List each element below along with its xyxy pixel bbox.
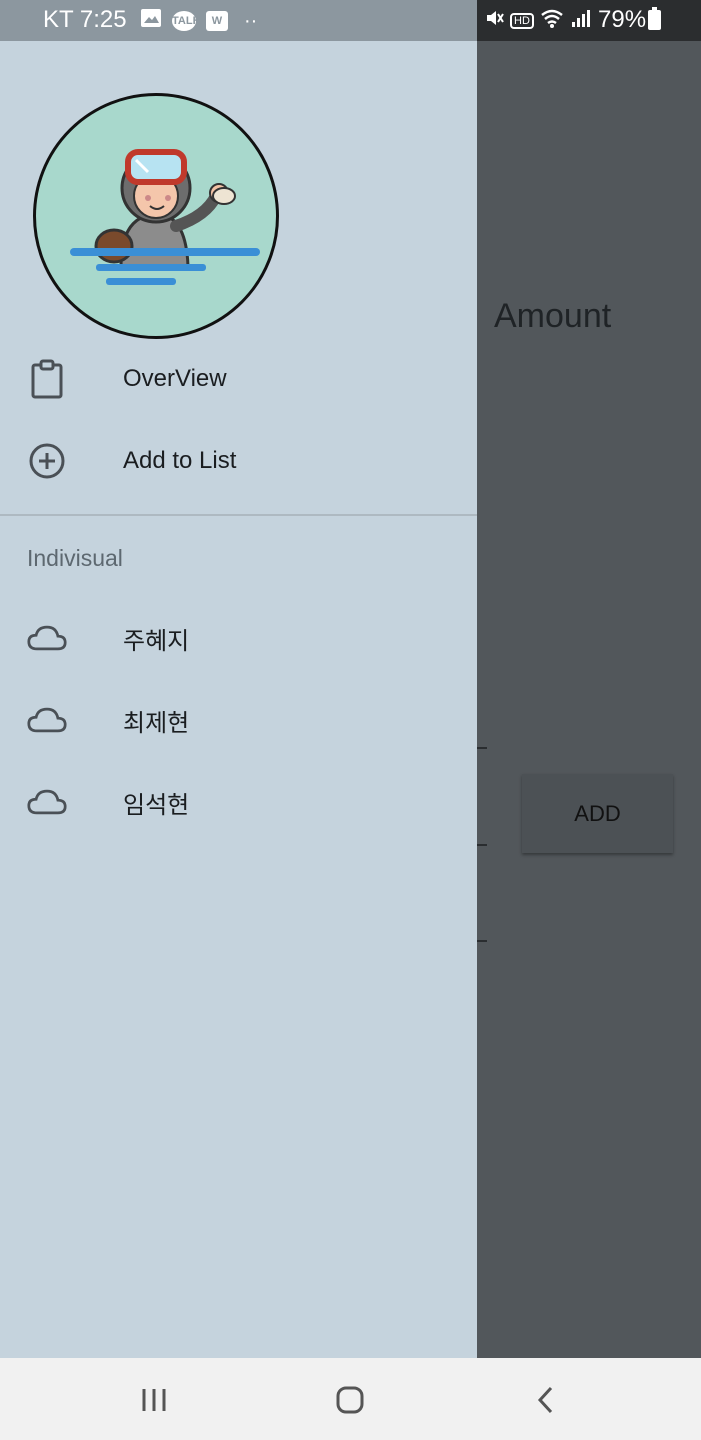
add-button[interactable]: ADD [522,774,673,853]
person-item[interactable]: 최제현 [0,680,477,760]
input-underline [477,940,487,942]
battery-icon [648,7,661,30]
status-bar: KT 7:25 TALK W ·· HD 79% [0,0,701,41]
image-icon [140,8,162,33]
input-underline [477,844,487,846]
carrier-time: KT 7:25 [43,6,127,33]
battery-level: 79% [598,6,647,33]
drawer-divider [0,514,477,516]
talk-icon: TALK [172,10,201,31]
input-underline [477,747,487,749]
more-notifications: ·· [244,9,258,32]
profile-avatar[interactable] [33,93,279,339]
person-name: 최제현 [123,709,190,737]
back-icon[interactable] [516,1380,576,1420]
w-icon: W [206,10,228,31]
mute-icon [484,8,504,33]
recents-icon[interactable] [124,1380,184,1420]
navigation-drawer: OverView Add to List Indivisual 주혜지 최제현 … [0,41,477,1358]
menu-item-overview[interactable]: OverView [0,339,477,419]
hd-icon: HD [510,12,534,29]
person-item[interactable]: 임석현 [0,762,477,842]
person-name: 임석현 [123,791,190,819]
person-item[interactable]: 주혜지 [0,598,477,678]
menu-item-add-to-list[interactable]: Add to List [0,421,477,501]
wifi-icon [540,8,564,33]
cloud-icon [27,700,67,740]
system-navigation-bar [0,1358,701,1440]
signal-icon [570,8,590,33]
add-circle-icon [27,441,67,481]
home-icon[interactable] [320,1380,380,1420]
section-header: Indivisual [27,545,123,571]
system-icons: HD [484,8,590,33]
cloud-icon [27,618,67,658]
menu-item-label: OverView [123,365,227,392]
notification-icons: TALK W ·· [140,8,257,33]
menu-item-label: Add to List [123,447,237,474]
background-screen [477,41,701,1358]
cloud-icon [27,782,67,822]
person-name: 주혜지 [123,627,190,655]
amount-label: Amount [494,297,612,335]
clipboard-icon [27,359,67,399]
